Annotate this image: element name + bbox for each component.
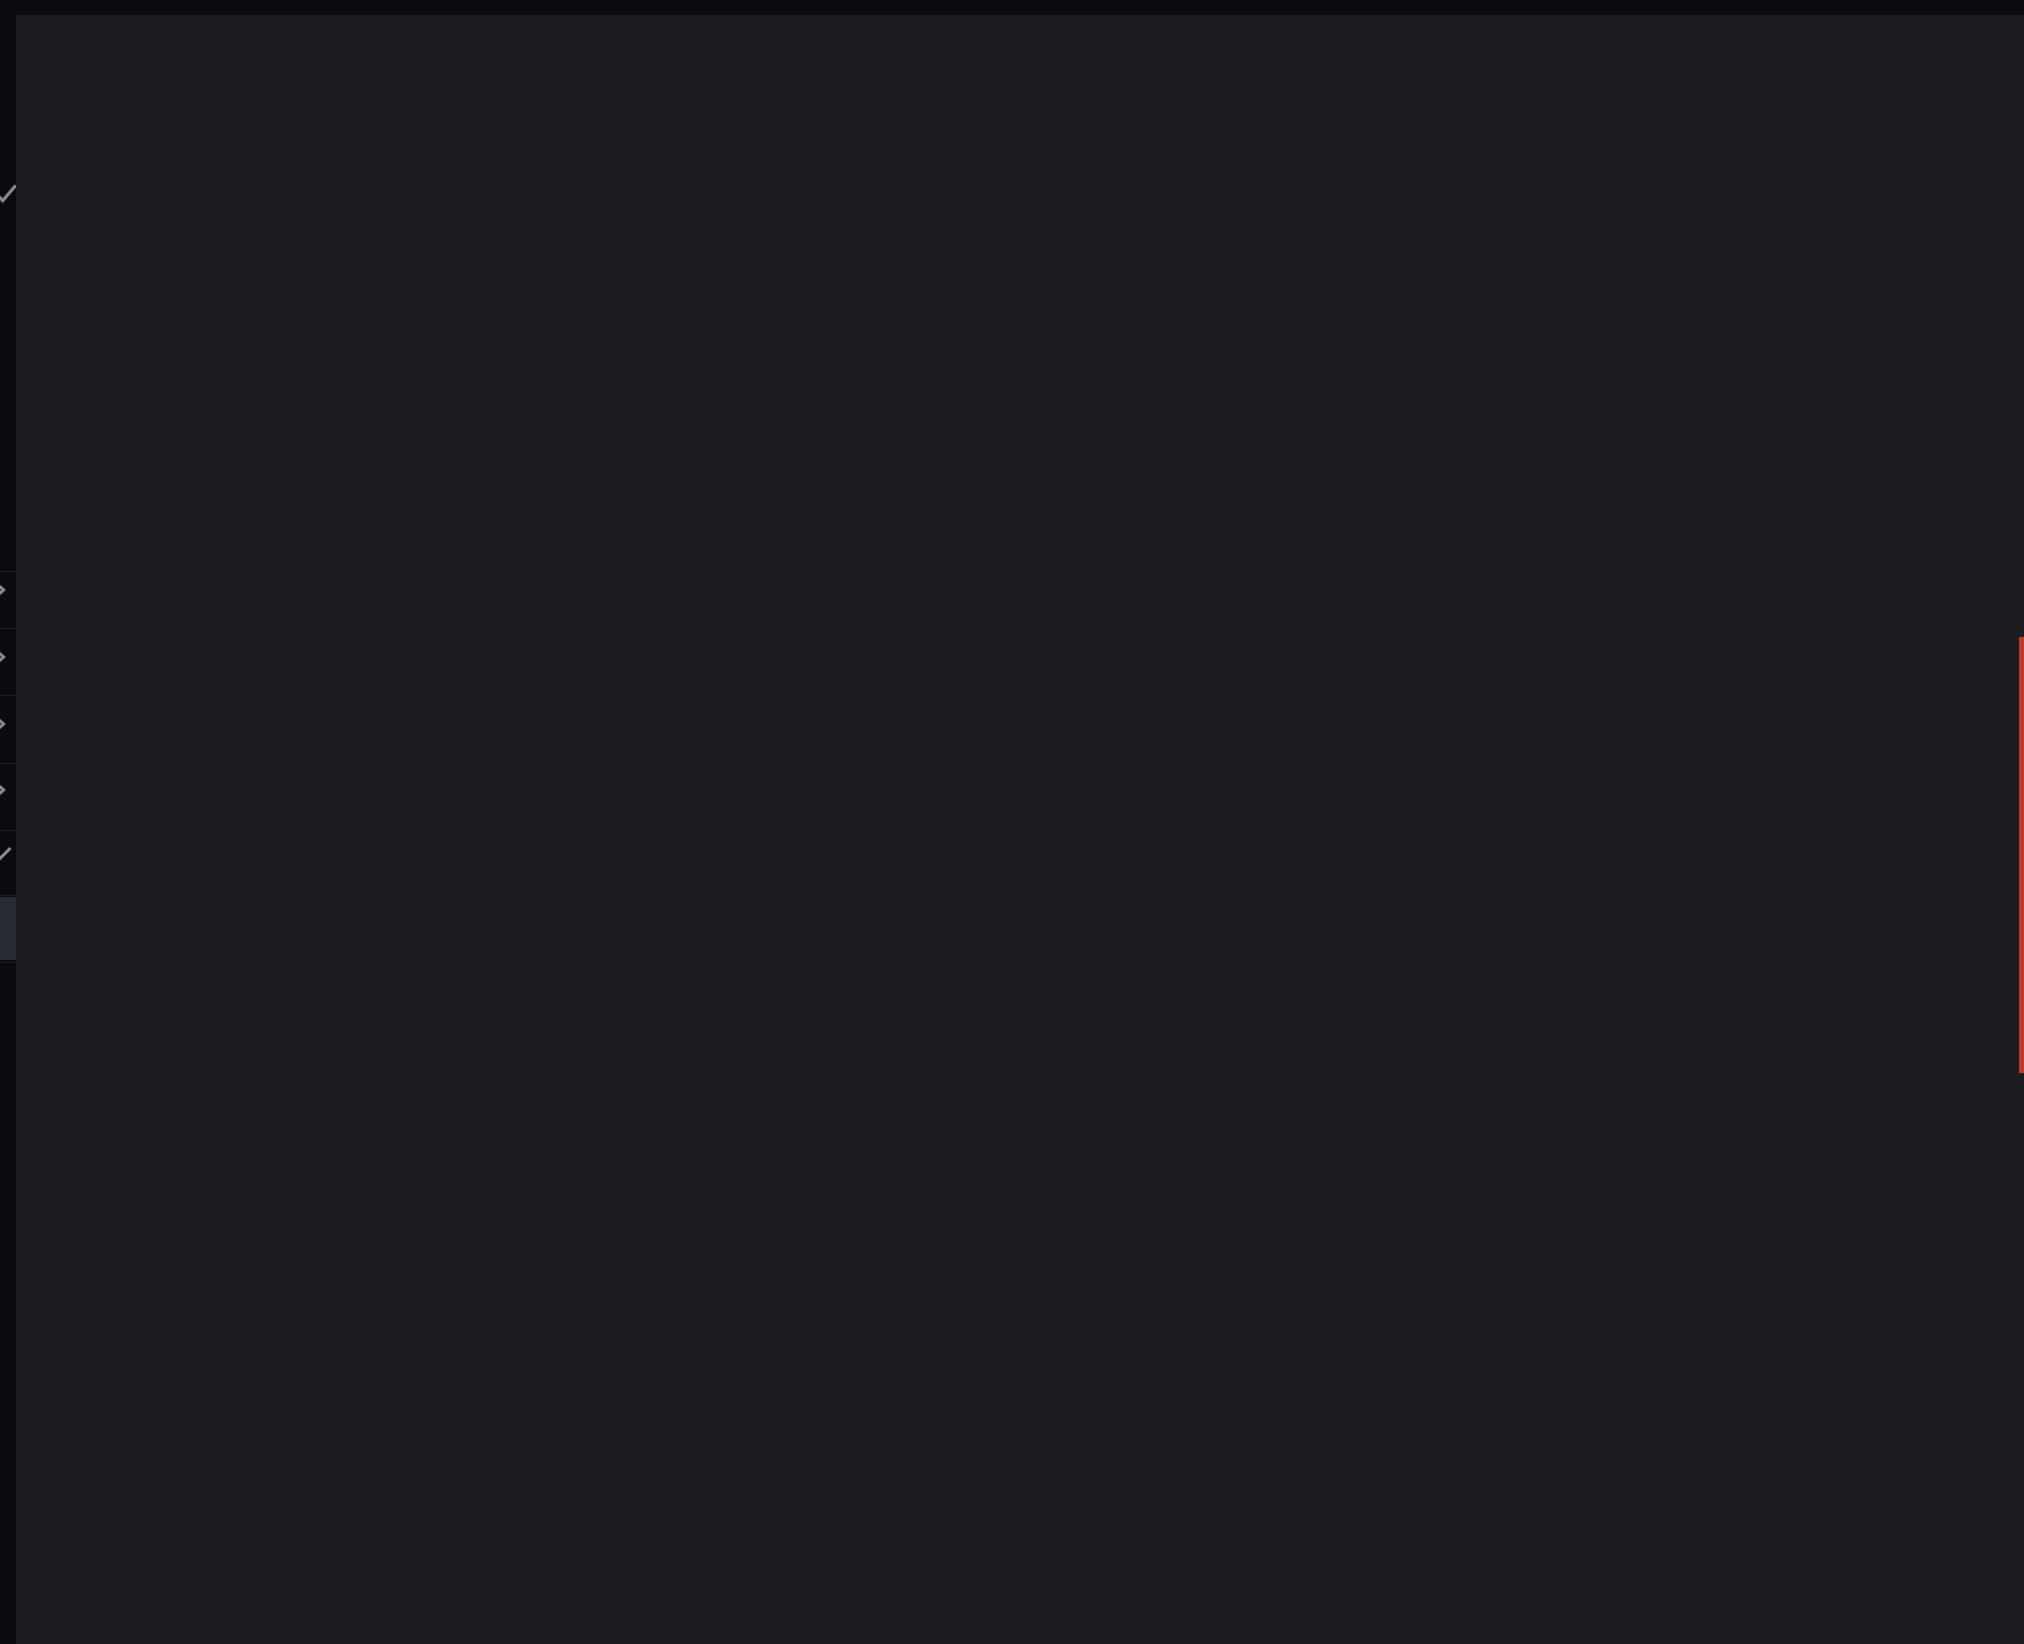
divider [0,571,16,572]
background-top-strip [0,0,2024,15]
divider [0,695,16,696]
chevron-right-icon [0,713,10,740]
update-brand-modal [16,15,2024,1644]
divider [0,830,16,831]
background-sidebar-sliver [0,0,16,1644]
divider [0,628,16,629]
sidebar-active-item-sliver [0,897,16,960]
divider [0,962,16,963]
divider [0,763,16,764]
pencil-icon [0,847,12,863]
right-edge-stripe [2019,637,2024,1073]
check-icon [0,180,16,211]
chevron-right-icon [0,646,10,673]
divider [0,895,16,896]
chevron-right-icon [0,779,10,806]
chevron-right-icon [0,579,10,606]
update-brand-screen: Update Brand Other global settings Web C… [0,0,2024,1644]
